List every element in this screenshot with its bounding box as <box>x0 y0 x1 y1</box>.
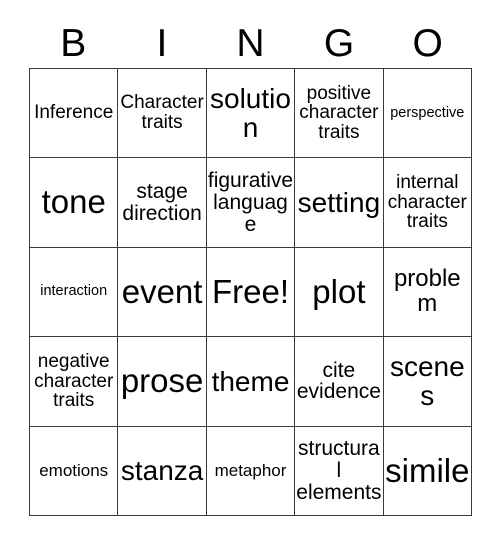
bingo-cell[interactable]: internal character traits <box>383 158 472 248</box>
bingo-cell-label: stanza <box>120 455 204 487</box>
bingo-cell-label: simile <box>385 451 470 489</box>
bingo-cell-label: problem <box>393 265 461 317</box>
bingo-cell-label: positive character traits <box>299 82 379 144</box>
bingo-header-letter-b: B <box>60 21 87 65</box>
bingo-cell-label: Character traits <box>120 92 204 134</box>
bingo-cell[interactable]: prose <box>118 337 207 427</box>
bingo-cell-label: plot <box>312 272 366 310</box>
bingo-cell[interactable]: Character traits <box>118 69 207 159</box>
bingo-cell-label: internal character traits <box>387 171 467 233</box>
bingo-header-letter-g: G <box>323 21 355 65</box>
bingo-cell[interactable]: Inference <box>30 69 119 159</box>
bingo-cell[interactable]: scenes <box>383 337 472 427</box>
bingo-cell-label: cite evidence <box>296 358 381 404</box>
bingo-cell[interactable]: stanza <box>118 426 207 516</box>
bingo-cell[interactable]: plot <box>295 247 384 338</box>
bingo-cell[interactable]: cite evidence <box>295 337 384 427</box>
bingo-cell-label: solution <box>210 83 291 144</box>
bingo-cell[interactable]: stage direction <box>118 158 207 248</box>
bingo-cell[interactable]: solution <box>206 69 296 159</box>
bingo-cell-label: event <box>121 272 203 310</box>
bingo-cell-label: emotions <box>39 460 109 480</box>
bingo-cell[interactable]: structural elements <box>295 426 384 516</box>
bingo-cell[interactable]: event <box>118 247 207 338</box>
bingo-cell-label: negative character traits <box>34 350 114 412</box>
bingo-header-letter-o: O <box>412 21 443 65</box>
bingo-cell[interactable]: setting <box>295 158 384 248</box>
bingo-card: B I N G O Inference Character traits sol… <box>29 18 472 516</box>
bingo-cell-label: figurative language <box>207 168 294 236</box>
bingo-cell-label: Free! <box>211 272 289 310</box>
bingo-cell-label: stage direction <box>122 179 202 225</box>
bingo-cell[interactable]: simile <box>383 426 472 516</box>
bingo-header-letter-n: N <box>236 21 265 65</box>
bingo-cell-label: tone <box>41 183 106 221</box>
bingo-cell[interactable]: perspective <box>383 69 472 159</box>
bingo-cell-label: structural elements <box>296 437 382 504</box>
bingo-cell-label: perspective <box>390 104 465 121</box>
bingo-cell[interactable]: figurative language <box>206 158 296 248</box>
bingo-cell-label: interaction <box>40 283 108 300</box>
bingo-cell-label: Inference <box>34 102 114 124</box>
bingo-grid: Inference Character traits solution posi… <box>29 68 472 516</box>
bingo-cell[interactable]: interaction <box>30 247 119 338</box>
bingo-cell[interactable]: emotions <box>30 426 119 516</box>
bingo-cell[interactable]: tone <box>30 158 119 248</box>
bingo-cell-label: setting <box>297 187 381 219</box>
bingo-cell[interactable]: positive character traits <box>295 69 384 159</box>
bingo-header-letter-i: I <box>156 21 168 65</box>
bingo-cell-free[interactable]: Free! <box>206 247 296 338</box>
bingo-cell[interactable]: theme <box>206 337 296 427</box>
bingo-cell-label: scenes <box>389 351 465 412</box>
bingo-cell-label: prose <box>120 362 204 400</box>
bingo-cell[interactable]: negative character traits <box>30 337 119 427</box>
bingo-cell[interactable]: metaphor <box>206 426 296 516</box>
bingo-cell-label: metaphor <box>214 460 287 480</box>
bingo-cell[interactable]: problem <box>383 247 472 338</box>
bingo-header-row: B I N G O <box>29 18 472 68</box>
bingo-cell-label: theme <box>211 365 290 397</box>
